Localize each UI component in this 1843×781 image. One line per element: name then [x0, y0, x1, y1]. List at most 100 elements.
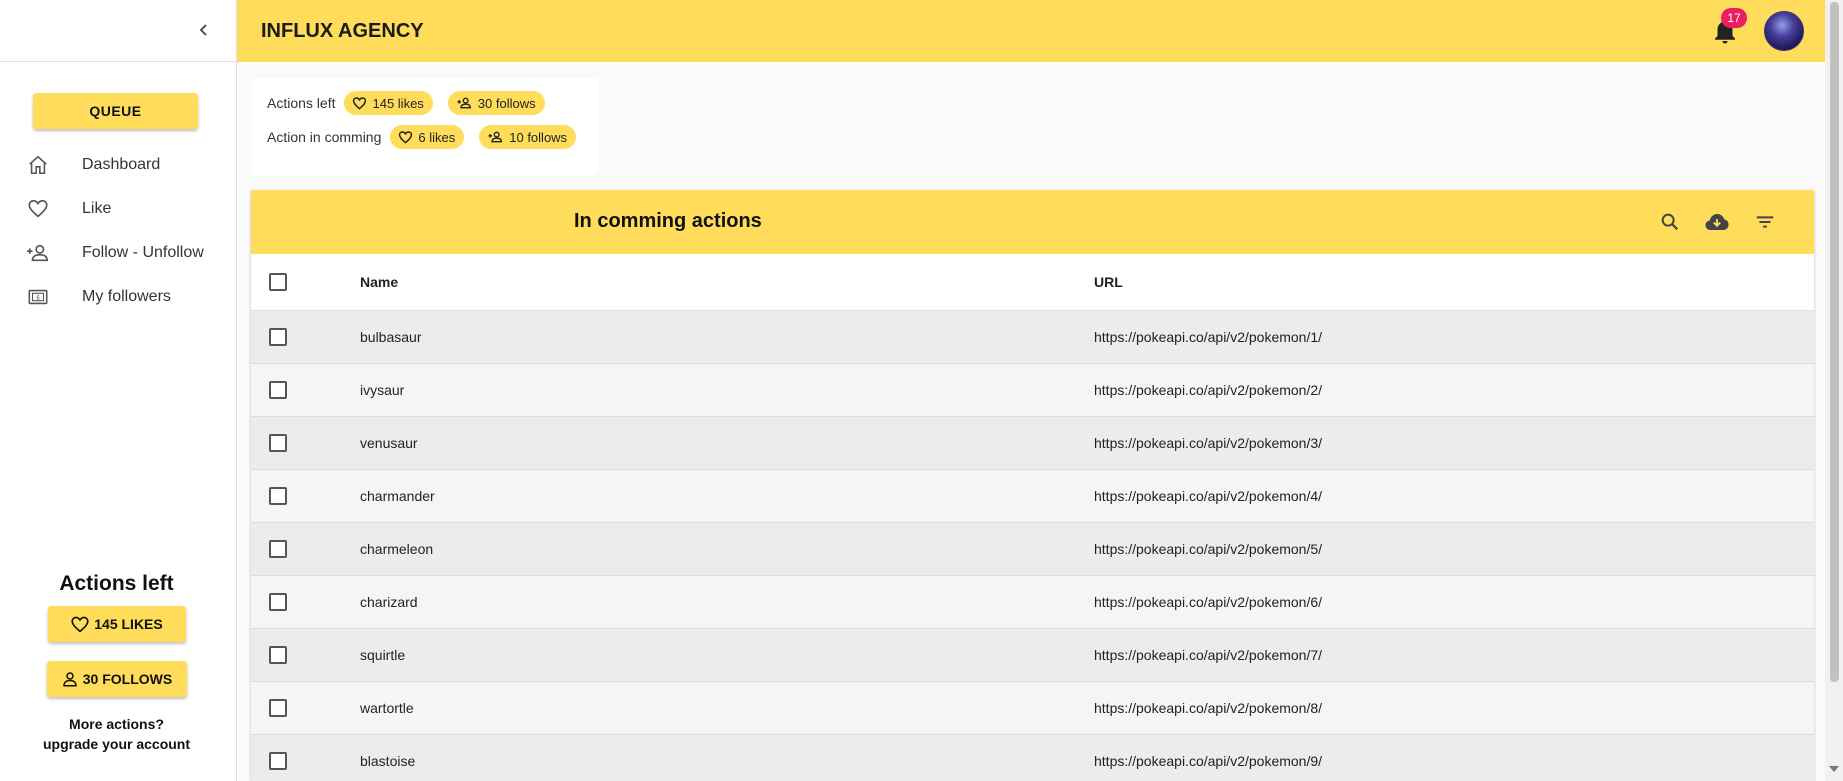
- row-name: wartortle: [360, 700, 414, 716]
- table-row[interactable]: venusaur https://pokeapi.co/api/v2/pokem…: [251, 417, 1814, 470]
- row-url: https://pokeapi.co/api/v2/pokemon/7/: [1094, 647, 1323, 663]
- row-name: charizard: [360, 594, 418, 610]
- table-row[interactable]: blastoise https://pokeapi.co/api/v2/poke…: [251, 735, 1814, 781]
- heart-icon: [353, 97, 367, 110]
- top-app-bar: INFLUX AGENCY 17: [237, 0, 1825, 62]
- actions-left-label: Actions left: [267, 95, 336, 111]
- row-url: https://pokeapi.co/api/v2/pokemon/5/: [1094, 541, 1323, 557]
- queue-button[interactable]: QUEUE: [33, 93, 198, 129]
- sidebar-item-like[interactable]: Like: [0, 187, 237, 231]
- sidebar-item-label: Like: [82, 200, 112, 217]
- chip-label: 30 follows: [477, 95, 536, 111]
- scrollbar-thumb[interactable]: [1830, 2, 1839, 682]
- actions-left-row: Actions left 145 likes 30 follows: [267, 91, 560, 115]
- incoming-actions-label: Action in comming: [267, 129, 382, 145]
- row-url: https://pokeapi.co/api/v2/pokemon/6/: [1094, 594, 1323, 610]
- heart-icon: [399, 131, 413, 144]
- incoming-actions-row: Action in comming 6 likes 10 follows: [267, 125, 591, 149]
- incoming-actions-table: In comming actions Name URL bulbasaur ht…: [251, 190, 1814, 781]
- row-name: bulbasaur: [360, 329, 422, 345]
- table-row[interactable]: charmeleon https://pokeapi.co/api/v2/pok…: [251, 523, 1814, 576]
- row-url: https://pokeapi.co/api/v2/pokemon/4/: [1094, 488, 1323, 504]
- table-row[interactable]: squirtle https://pokeapi.co/api/v2/pokem…: [251, 629, 1814, 682]
- select-all-checkbox[interactable]: [269, 273, 287, 291]
- table-row[interactable]: charmander https://pokeapi.co/api/v2/pok…: [251, 470, 1814, 523]
- cloud-download-icon: [1705, 214, 1729, 230]
- sidebar-item-label: Dashboard: [82, 156, 161, 173]
- table-row[interactable]: ivysaur https://pokeapi.co/api/v2/pokemo…: [251, 364, 1814, 417]
- row-name: ivysaur: [360, 382, 405, 398]
- chip-label: 10 follows: [509, 129, 568, 145]
- likes-button[interactable]: 145 LIKES: [47, 606, 186, 642]
- follows-button-label: 30 FOLLOWS: [82, 671, 173, 687]
- actions-left-likes-chip[interactable]: 145 likes: [344, 91, 433, 115]
- table-title: In comming actions: [574, 210, 762, 232]
- upgrade-prompt-line2: upgrade your account: [42, 736, 191, 752]
- filter-list-icon: [1756, 216, 1774, 228]
- row-name: blastoise: [360, 753, 416, 769]
- follows-button[interactable]: 30 FOLLOWS: [46, 661, 187, 697]
- heart-icon: [71, 616, 89, 633]
- row-checkbox[interactable]: [269, 487, 287, 505]
- table-row[interactable]: bulbasaur https://pokeapi.co/api/v2/poke…: [251, 311, 1814, 364]
- table-column-header: Name URL: [251, 254, 1814, 311]
- row-name: squirtle: [360, 647, 406, 663]
- row-name: venusaur: [360, 435, 418, 451]
- upgrade-prompt-line1: More actions?: [69, 716, 164, 732]
- sidebar-item-dashboard[interactable]: Dashboard: [0, 143, 237, 187]
- column-header-name[interactable]: Name: [360, 274, 398, 290]
- row-checkbox[interactable]: [269, 752, 287, 770]
- sidebar-item-my-followers[interactable]: $ My followers: [0, 275, 237, 319]
- sidebar-item-follow-unfollow[interactable]: Follow - Unfollow: [0, 231, 237, 275]
- scroll-down-arrow-icon[interactable]: [1829, 766, 1839, 772]
- table-row[interactable]: charizard https://pokeapi.co/api/v2/poke…: [251, 576, 1814, 629]
- svg-text:$: $: [36, 294, 40, 302]
- person-add-icon: [488, 131, 503, 143]
- person-add-icon: [457, 97, 471, 109]
- download-button[interactable]: [1703, 208, 1731, 236]
- search-button[interactable]: [1656, 208, 1684, 236]
- person-add-icon: [25, 240, 51, 266]
- incoming-follows-chip[interactable]: 10 follows: [479, 125, 577, 149]
- actions-left-follows-chip[interactable]: 30 follows: [447, 91, 545, 115]
- sidebar-header: [0, 0, 236, 62]
- table-toolbar: In comming actions: [251, 190, 1814, 254]
- row-checkbox[interactable]: [269, 540, 287, 558]
- home-icon: [25, 152, 51, 178]
- incoming-likes-chip[interactable]: 6 likes: [390, 125, 465, 149]
- app-title: INFLUX AGENCY: [261, 19, 424, 42]
- upgrade-prompt: More actions? upgrade your account: [0, 714, 233, 754]
- page-scrollbar[interactable]: [1825, 0, 1843, 781]
- sidebar-nav: Dashboard Like Follow - Unfollow $ My fo…: [0, 143, 237, 319]
- chip-label: 6 likes: [418, 129, 456, 145]
- row-url: https://pokeapi.co/api/v2/pokemon/3/: [1094, 435, 1323, 451]
- actions-summary-card: Actions left 145 likes 30 follows Action…: [252, 78, 599, 175]
- row-checkbox[interactable]: [269, 593, 287, 611]
- money-icon: $: [25, 284, 51, 310]
- row-checkbox[interactable]: [269, 646, 287, 664]
- row-checkbox[interactable]: [269, 328, 287, 346]
- notification-count-badge: 17: [1721, 8, 1747, 28]
- collapse-sidebar-button[interactable]: [190, 16, 218, 44]
- sidebar: QUEUE Dashboard Like Follow - Unfollow $…: [0, 0, 237, 781]
- row-url: https://pokeapi.co/api/v2/pokemon/9/: [1094, 753, 1323, 769]
- chevron-left-icon: [199, 24, 207, 36]
- likes-button-label: 145 LIKES: [94, 616, 163, 632]
- avatar[interactable]: [1764, 11, 1804, 51]
- person-icon: [63, 672, 77, 687]
- row-url: https://pokeapi.co/api/v2/pokemon/1/: [1094, 329, 1323, 345]
- sidebar-item-label: My followers: [82, 288, 171, 305]
- actions-left-panel: Actions left 145 LIKES 30 FOLLOWS More a…: [0, 572, 233, 754]
- heart-icon: [25, 196, 51, 222]
- column-header-url[interactable]: URL: [1094, 274, 1123, 290]
- table-row[interactable]: wartortle https://pokeapi.co/api/v2/poke…: [251, 682, 1814, 735]
- search-icon: [1661, 213, 1679, 231]
- row-checkbox[interactable]: [269, 699, 287, 717]
- filter-button[interactable]: [1751, 208, 1779, 236]
- row-checkbox[interactable]: [269, 434, 287, 452]
- row-name: charmander: [360, 488, 435, 504]
- row-checkbox[interactable]: [269, 381, 287, 399]
- sidebar-item-label: Follow - Unfollow: [82, 244, 204, 261]
- row-name: charmeleon: [360, 541, 434, 557]
- chip-label: 145 likes: [372, 95, 424, 111]
